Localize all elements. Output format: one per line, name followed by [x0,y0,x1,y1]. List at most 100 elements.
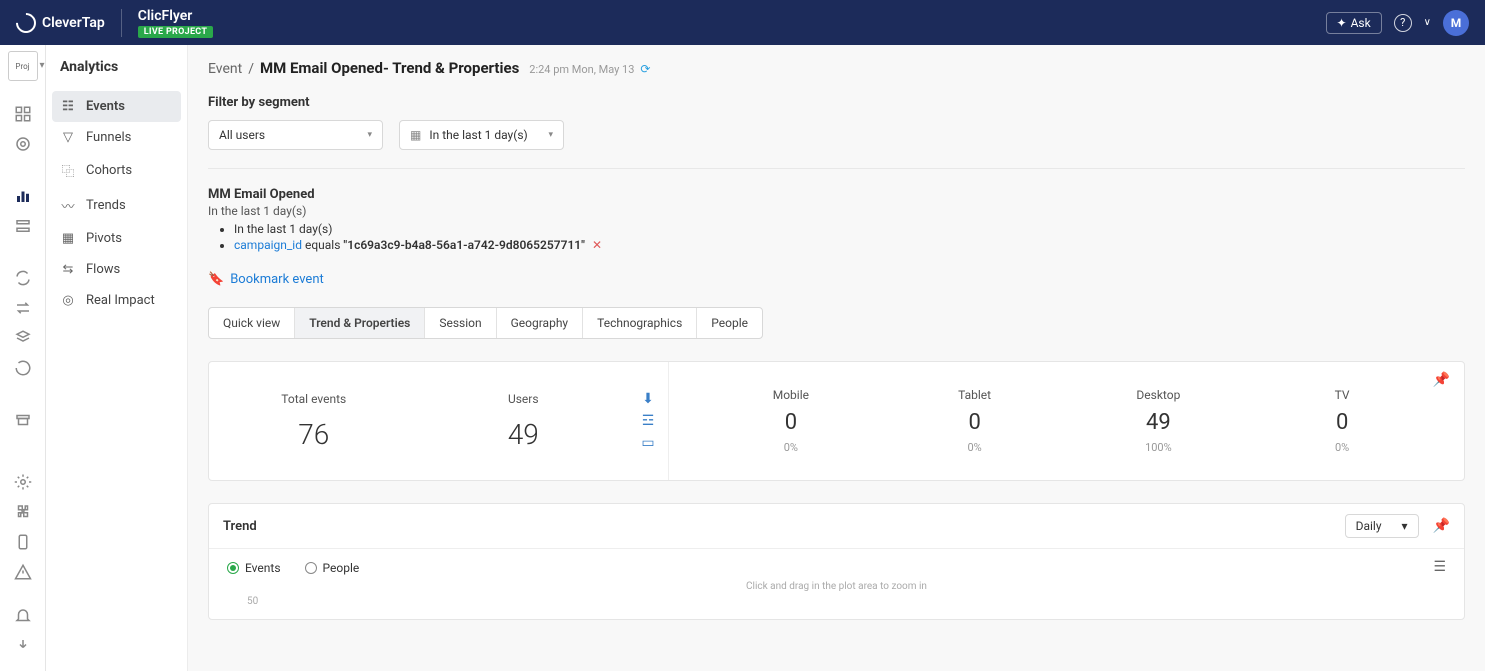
daterange-select[interactable]: ▦ In the last 1 day(s) ▾ [399,120,564,150]
refresh-icon[interactable]: ⟳ [640,62,650,76]
ask-label: Ask [1351,16,1371,30]
sidebar-item-funnels[interactable]: ▽ Funnels [46,122,187,153]
chart-menu-icon[interactable]: ☰ [1433,559,1446,575]
segment-select[interactable]: All users ▾ [208,120,383,150]
filter-label: Filter by segment [208,95,1465,110]
platform-desktop: Desktop 49 100% [1067,388,1251,454]
analytics-sidebar: Analytics ☷ Events ▽ Funnels ⿻ Cohorts 〰… [46,45,188,671]
sidebar-item-cohorts[interactable]: ⿻ Cohorts [46,153,187,188]
rail-bell-icon[interactable] [8,601,38,631]
tab-quick-view[interactable]: Quick view [209,308,295,338]
tab-session[interactable]: Session [425,308,496,338]
trends-icon: 〰 [60,196,76,215]
project-badge: LIVE PROJECT [138,26,213,38]
rail-warning-icon[interactable] [8,557,38,587]
sidebar-item-label: Funnels [86,130,131,145]
rail-swap-icon[interactable] [8,293,38,323]
stat-value: 49 [419,418,629,451]
campaign-key[interactable]: campaign_id [234,238,302,252]
sidebar-item-label: Trends [86,198,126,213]
sidebar-item-flows[interactable]: ⇆ Flows [46,254,187,285]
avatar[interactable]: M [1443,10,1469,36]
chevron-down-icon: ▾ [1402,519,1408,533]
sidebar-item-label: Events [86,99,125,114]
tab-geography[interactable]: Geography [497,308,584,338]
segment-value: All users [219,128,265,142]
sidebar-item-events[interactable]: ☷ Events [52,91,181,122]
event-bullet-campaign: campaign_id equals "1c69a3c9-b4a8-56a1-a… [234,238,1465,252]
campaign-value: "1c69a3c9-b4a8-56a1-a742-9d8065257711" [343,238,585,252]
platform-tablet: Tablet 0 0% [883,388,1067,454]
view-tabs: Quick view Trend & Properties Session Ge… [208,307,763,339]
project-name: ClicFlyer [138,8,213,24]
tab-people[interactable]: People [697,308,762,338]
stat-label: Total events [209,392,419,406]
sparkle-icon: ✦ [1337,16,1347,30]
chevron-down-icon: ▾ [548,130,553,140]
pin-icon[interactable]: 📌 [1433,372,1450,388]
rail-gear-icon[interactable] [8,467,38,497]
help-icon[interactable]: ? [1394,14,1412,32]
sidebar-item-trends[interactable]: 〰 Trends [46,188,187,223]
tab-trend-properties[interactable]: Trend & Properties [295,308,425,338]
project-switcher[interactable]: ClicFlyer LIVE PROJECT [138,8,213,38]
rail-boards-icon[interactable] [8,99,38,129]
radio-dot [227,562,239,574]
radio-people[interactable]: People [305,561,360,575]
download-icon[interactable]: ⬇ [642,391,654,407]
trend-title: Trend [223,519,1345,534]
platform-tv: TV 0 0% [1250,388,1434,454]
breadcrumb-current: MM Email Opened- Trend & Properties [260,59,519,77]
rail-puzzle-icon[interactable] [8,497,38,527]
events-icon: ☷ [60,99,76,114]
ask-button[interactable]: ✦ Ask [1326,12,1382,34]
radio-dot [305,562,317,574]
platform-mobile: Mobile 0 0% [699,388,883,454]
clevertap-logo-icon [12,8,40,36]
rail-project[interactable]: Proj▾ [8,51,38,81]
topbar: CleverTap ClicFlyer LIVE PROJECT ✦ Ask ?… [0,0,1485,45]
pin-icon[interactable]: 📌 [1433,518,1450,534]
sidebar-item-real-impact[interactable]: ◎ Real Impact [46,285,187,316]
rail-archive-icon[interactable] [8,405,38,435]
stat-value: 76 [209,418,419,451]
event-bullet: In the last 1 day(s) [234,222,1465,236]
rail-sync-icon[interactable] [8,263,38,293]
sidebar-item-label: Flows [86,262,120,277]
sidebar-title: Analytics [46,59,187,91]
chevron-down-icon[interactable]: ∨ [1424,17,1431,28]
export-icon[interactable]: ▭ [641,435,654,451]
rail-stack-icon[interactable] [8,323,38,353]
event-name: MM Email Opened [208,187,1465,202]
granularity-select[interactable]: Daily ▾ [1345,514,1419,538]
trend-card: Trend Daily ▾ 📌 Events People [208,503,1465,620]
divider [121,9,122,37]
breadcrumb: Event / MM Email Opened- Trend & Propert… [208,59,1465,77]
rail-phone-icon[interactable] [8,527,38,557]
daterange-value: In the last 1 day(s) [429,128,540,142]
zoom-hint: Click and drag in the plot area to zoom … [227,581,1446,592]
rail-refresh-icon[interactable] [8,353,38,383]
event-summary: MM Email Opened In the last 1 day(s) In … [208,187,1465,252]
calendar-icon: ▦ [410,128,421,142]
radio-events[interactable]: Events [227,561,281,575]
chevron-down-icon: ▾ [367,130,372,140]
flows-icon: ⇆ [60,262,76,277]
pivots-icon: ▦ [60,231,76,246]
impact-icon: ◎ [60,293,76,308]
stat-label: Users [419,392,629,406]
brand-logo[interactable]: CleverTap [16,13,105,33]
rail-download-icon[interactable] [8,631,38,661]
list-icon[interactable]: ☲ [642,413,655,429]
rail-target-icon[interactable] [8,129,38,159]
tab-technographics[interactable]: Technographics [583,308,697,338]
total-events-stat: Total events 76 [209,392,419,451]
bookmark-event-button[interactable]: 🔖 Bookmark event [208,272,1465,287]
sidebar-item-pivots[interactable]: ▦ Pivots [46,223,187,254]
rail-analytics-icon[interactable] [8,181,38,211]
rail-segments-icon[interactable] [8,211,38,241]
bookmark-label: Bookmark event [230,272,324,287]
remove-filter-icon[interactable]: ✕ [592,238,602,252]
y-axis-tick: 50 [247,596,1446,607]
breadcrumb-root[interactable]: Event [208,61,242,77]
